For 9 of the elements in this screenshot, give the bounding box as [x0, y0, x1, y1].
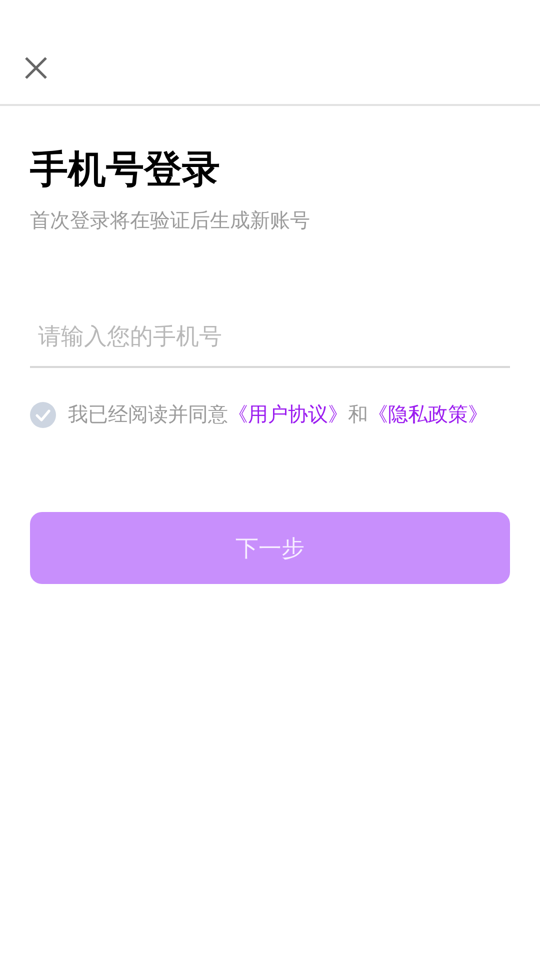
subtitle: 首次登录将在验证后生成新账号 — [30, 207, 311, 234]
checkbox[interactable] — [30, 402, 56, 428]
page-title: 手机号登录 — [30, 146, 221, 192]
agreement-text: 我已经阅读并同意 — [68, 401, 228, 428]
agreement-text: 和 — [348, 401, 368, 428]
phone-input-field[interactable]: 请输入您的手机号 — [30, 320, 510, 368]
agreement-link[interactable]: 《用户协议》 — [228, 401, 348, 428]
close-icon[interactable] — [25, 57, 47, 79]
agreement-link[interactable]: 《隐私政策》 — [368, 401, 488, 428]
